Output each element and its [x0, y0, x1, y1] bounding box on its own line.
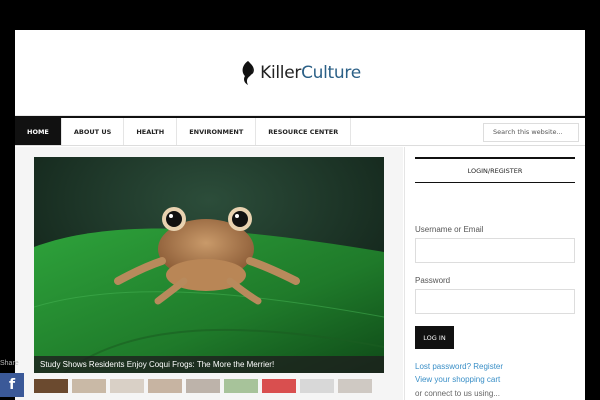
facebook-icon: f — [8, 377, 16, 393]
lost-password-link[interactable]: Lost password? Register — [415, 362, 503, 371]
username-label: Username or Email — [415, 225, 484, 234]
facebook-share-button[interactable]: f — [0, 373, 24, 397]
thumbnail[interactable] — [148, 379, 182, 393]
logo-text-part2: Culture — [301, 62, 361, 83]
nav-item-health[interactable]: HEALTH — [124, 118, 178, 145]
slide-thumbnails — [34, 379, 372, 393]
share-label: Share — [0, 360, 19, 367]
logo-text-part1: Killer — [260, 62, 302, 83]
nav-item-resource-center[interactable]: RESOURCE CENTER — [256, 118, 352, 145]
password-field[interactable] — [415, 289, 575, 314]
connect-text: or connect to us using... — [415, 389, 500, 398]
password-label: Password — [415, 276, 451, 285]
featured-slide[interactable]: Study Shows Residents Enjoy Coqui Frogs:… — [34, 157, 384, 373]
logo-mark-icon — [242, 60, 254, 85]
thumbnail[interactable] — [224, 379, 258, 393]
sidebar: LOGIN/REGISTER Username or Email Passwor… — [404, 147, 585, 400]
thumbnail[interactable] — [34, 379, 68, 393]
thumbnail[interactable] — [300, 379, 334, 393]
thumbnail[interactable] — [110, 379, 144, 393]
thumbnail[interactable] — [262, 379, 296, 393]
frog-photo — [34, 157, 384, 373]
site-logo[interactable]: KillerCulture — [239, 60, 361, 86]
thumbnail[interactable] — [338, 379, 372, 393]
slide-caption[interactable]: Study Shows Residents Enjoy Coqui Frogs:… — [34, 356, 384, 373]
shopping-cart-link[interactable]: View your shopping cart — [415, 375, 500, 384]
page: KillerCulture HOME ABOUT US HEALTH ENVIR… — [15, 30, 585, 400]
nav-item-about-us[interactable]: ABOUT US — [62, 118, 125, 145]
search-input[interactable]: Search this website... — [483, 123, 579, 142]
logo-text: KillerCulture — [260, 63, 361, 83]
thumbnail[interactable] — [186, 379, 220, 393]
main-content: Study Shows Residents Enjoy Coqui Frogs:… — [15, 147, 403, 400]
username-field[interactable] — [415, 238, 575, 263]
login-button[interactable]: LOG IN — [415, 326, 454, 349]
site-header: KillerCulture — [15, 30, 585, 116]
main-nav: HOME ABOUT US HEALTH ENVIRONMENT RESOURC… — [15, 116, 585, 146]
nav-item-home[interactable]: HOME — [15, 118, 62, 145]
login-widget-title: LOGIN/REGISTER — [415, 157, 575, 183]
thumbnail[interactable] — [72, 379, 106, 393]
nav-item-environment[interactable]: ENVIRONMENT — [177, 118, 257, 145]
